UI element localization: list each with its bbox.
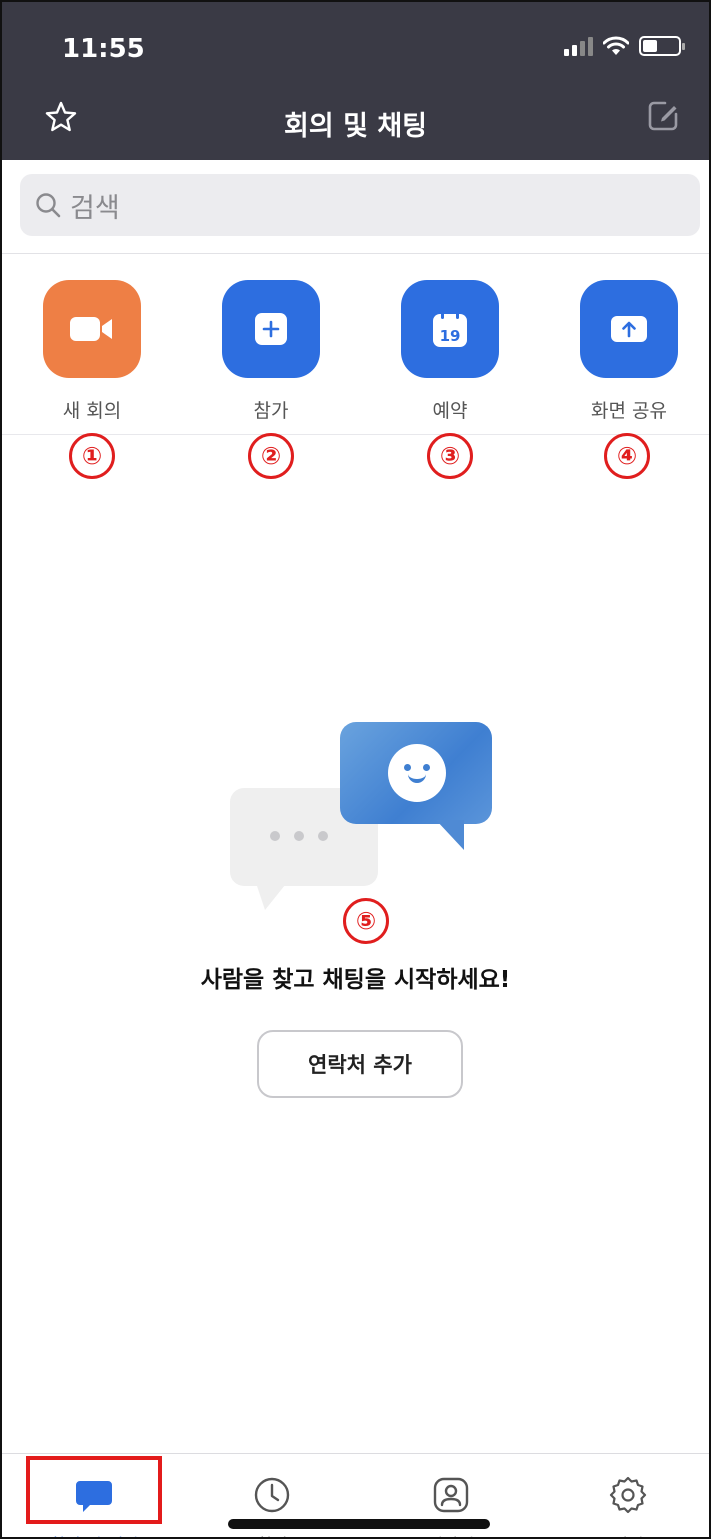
tab-settings[interactable]: 설정: [553, 1475, 703, 1539]
search-placeholder: 검색: [70, 192, 120, 224]
gray-chat-bubble-tail: [255, 880, 289, 910]
blue-chat-bubble-tail: [436, 820, 464, 850]
schedule-label: 예약: [432, 400, 468, 422]
highlight-box: [26, 1456, 162, 1524]
page-title: 회의 및 채팅: [284, 111, 427, 142]
share-screen-action[interactable]: 화면 공유: [549, 280, 709, 423]
wifi-icon: [603, 36, 629, 55]
divider: [0, 253, 711, 254]
join-label: 참가: [253, 400, 289, 422]
compose-icon[interactable]: [645, 98, 681, 134]
new-meeting-label: 새 회의: [62, 400, 122, 422]
empty-state-message: 사람을 찾고 채팅을 시작하세요!: [200, 967, 511, 993]
gear-icon: [609, 1476, 647, 1514]
tab-label: 설정: [553, 1531, 703, 1539]
join-button[interactable]: [222, 280, 320, 378]
tab-meetings[interactable]: 회의: [197, 1475, 347, 1539]
tab-label: 회의: [197, 1531, 347, 1539]
plus-icon: [255, 313, 287, 345]
add-contact-button[interactable]: 연락처 추가: [257, 1030, 463, 1098]
new-meeting-button[interactable]: [43, 280, 141, 378]
new-meeting-action[interactable]: 새 회의: [12, 280, 172, 423]
schedule-action[interactable]: 19 예약: [370, 280, 530, 423]
schedule-button[interactable]: 19: [401, 280, 499, 378]
calendar-day: 19: [440, 327, 461, 345]
clock-icon: [254, 1477, 290, 1513]
divider: [0, 434, 711, 435]
contact-icon: [433, 1477, 469, 1513]
join-action[interactable]: 참가: [191, 280, 351, 423]
share-screen-icon: [611, 316, 647, 342]
battery-icon: [639, 36, 685, 56]
status-time: 11:55: [62, 34, 145, 64]
tab-contacts[interactable]: 연락처: [376, 1475, 526, 1539]
annotation-marker-1: ①: [69, 433, 115, 479]
tab-bar-divider: [0, 1453, 711, 1454]
signal-icon: [564, 36, 593, 56]
search-input[interactable]: 검색: [20, 174, 700, 236]
smiley-face-icon: [388, 744, 446, 802]
status-icons: [564, 36, 685, 56]
video-camera-icon: [70, 317, 112, 341]
calendar-icon: 19: [433, 311, 467, 347]
share-screen-label: 화면 공유: [591, 400, 667, 422]
annotation-marker-2: ②: [248, 433, 294, 479]
home-indicator[interactable]: [228, 1519, 490, 1529]
annotation-marker-5: ⑤: [343, 898, 389, 944]
header-bar: 11:55 회의 및 채팅: [0, 0, 711, 160]
share-screen-button[interactable]: [580, 280, 678, 378]
tab-label: 회의 및 채팅: [19, 1531, 169, 1539]
annotation-marker-4: ④: [604, 433, 650, 479]
annotation-marker-3: ③: [427, 433, 473, 479]
blue-chat-bubble: [340, 722, 492, 824]
search-icon: [36, 193, 61, 218]
tab-label: 연락처: [376, 1531, 526, 1539]
